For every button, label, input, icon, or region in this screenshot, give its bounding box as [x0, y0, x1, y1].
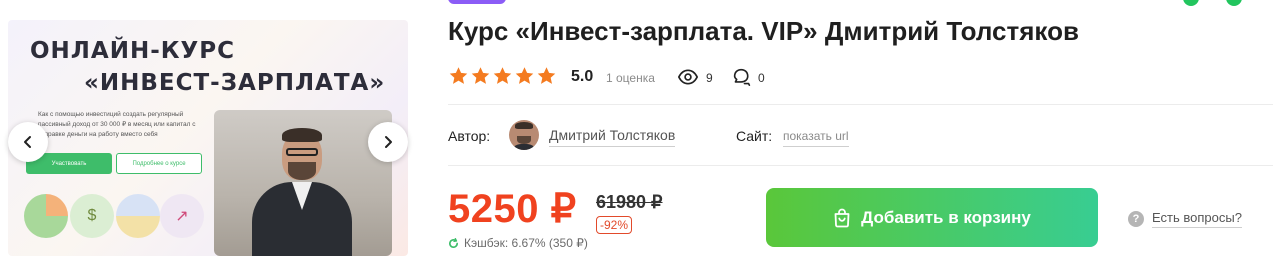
show-url-link[interactable]: показать url [783, 129, 849, 147]
add-to-cart-button[interactable]: Добавить в корзину [766, 188, 1098, 247]
author-name-link[interactable]: Дмитрий Толстяков [549, 127, 676, 147]
rating-stars[interactable] [448, 66, 557, 86]
star-icon [449, 67, 468, 84]
shopping-bag-icon [834, 208, 850, 227]
divider [448, 165, 1273, 166]
top-badge [448, 0, 506, 4]
chevron-right-icon [385, 136, 392, 148]
add-to-cart-label: Добавить в корзину [861, 207, 1031, 227]
promo-heading-line1: ОНЛАЙН-КУРС [30, 38, 236, 64]
promo-circle-beach [116, 194, 160, 238]
avatar-hair [515, 122, 533, 129]
question-icon: ? [1128, 211, 1144, 227]
gallery-next-button[interactable] [368, 122, 408, 162]
promo-secondary-button: Подробнее о курсе [116, 153, 202, 174]
promo-video-frame [214, 110, 392, 256]
site-label: Сайт: [736, 128, 773, 144]
chevron-left-icon [24, 136, 31, 148]
refresh-icon [449, 237, 458, 248]
star-icon [515, 67, 534, 84]
status-dot [1183, 0, 1199, 6]
questions-label: Есть вопросы? [1152, 210, 1242, 228]
promo-circle-growth: ↗ [160, 194, 204, 238]
author-label: Автор: [448, 128, 491, 144]
star-icon [537, 67, 556, 84]
promo-circle-money: $ [70, 194, 114, 238]
presenter-glasses [286, 148, 318, 156]
cashback-text: Кэшбэк: 6.67% (350 ₽) [464, 236, 588, 250]
divider [448, 104, 1273, 105]
growth-icon: ↗ [175, 208, 189, 225]
gallery-prev-button[interactable] [8, 122, 48, 162]
star-icon [471, 67, 490, 84]
presenter-hair [282, 128, 322, 142]
comments-count: 0 [758, 71, 765, 85]
money-icon: $ [87, 207, 97, 224]
old-price: 61980 ₽ [596, 192, 663, 212]
avatar-body [511, 144, 537, 150]
comments-icon [733, 68, 751, 86]
promo-heading-line2: «ИНВЕСТ-ЗАРПЛАТА» [84, 70, 386, 96]
rating-value: 5.0 [571, 68, 594, 85]
product-gallery[interactable]: ОНЛАЙН-КУРС «ИНВЕСТ-ЗАРПЛАТА» Как с помо… [8, 20, 408, 256]
current-price: 5250 ₽ [448, 187, 577, 231]
discount-badge: -92% [596, 216, 633, 234]
product-title: Курс «Инвест-зарплата. VIP» Дмитрий Толс… [448, 16, 1079, 46]
rating-count[interactable]: 1 оценка [606, 71, 655, 85]
views-count: 9 [706, 71, 713, 85]
author-avatar[interactable] [509, 120, 539, 150]
promo-circle-pie [24, 194, 68, 238]
eye-icon [678, 69, 698, 85]
status-dot [1226, 0, 1242, 6]
presenter-beard [288, 162, 316, 180]
cashback-info: Кэшбэк: 6.67% (350 ₽) [448, 236, 588, 250]
star-icon [493, 67, 512, 84]
promo-description: Как с помощью инвестиций создать регуляр… [38, 111, 196, 138]
product-page: ОНЛАЙН-КУРС «ИНВЕСТ-ЗАРПЛАТА» Как с помо… [0, 0, 1273, 265]
questions-link[interactable]: ? Есть вопросы? [1128, 210, 1242, 228]
avatar-beard [517, 136, 531, 144]
